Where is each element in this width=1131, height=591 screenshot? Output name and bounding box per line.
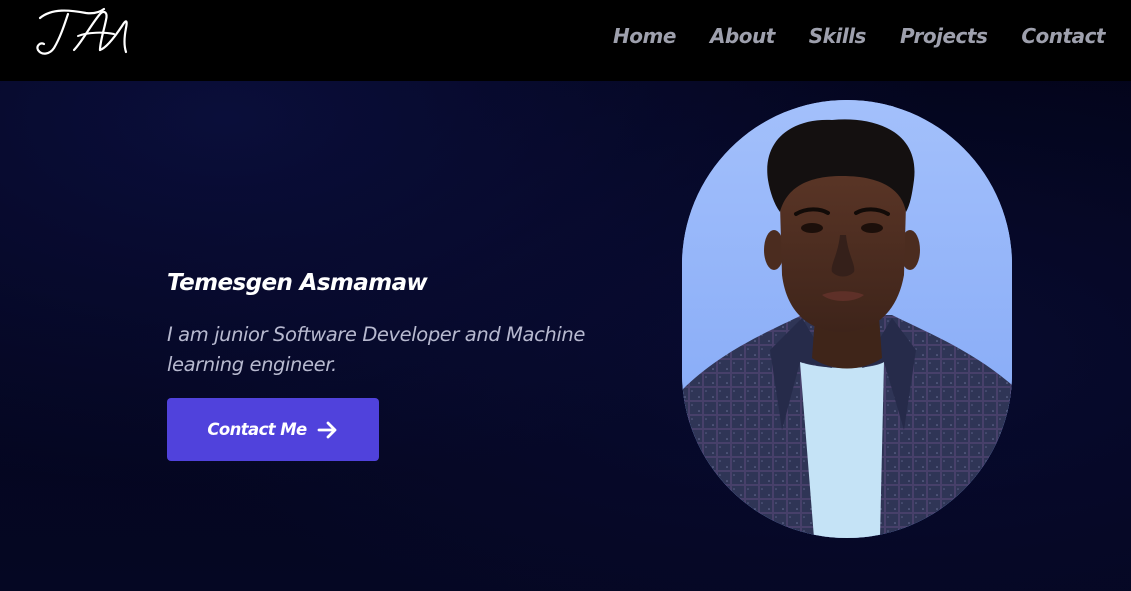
nav-about-link[interactable]: About <box>710 24 775 48</box>
arrow-right-icon <box>317 421 337 438</box>
navbar: Home About Skills Projects Contact <box>0 0 1131 81</box>
logo-signature-icon <box>36 7 128 55</box>
hero-tagline: I am junior Software Developer and Machi… <box>167 323 585 376</box>
hero-name: Temesgen Asmamaw <box>167 270 428 296</box>
nav-skills-link[interactable]: Skills <box>809 24 867 48</box>
nav-projects-link[interactable]: Projects <box>900 24 988 48</box>
logo[interactable] <box>34 4 130 60</box>
page: Home About Skills Projects Contact Temes… <box>0 0 1131 591</box>
profile-photo <box>682 100 1012 538</box>
contact-me-label: Contact Me <box>207 420 307 439</box>
contact-me-button[interactable]: Contact Me <box>167 398 379 461</box>
main-nav: Home About Skills Projects Contact <box>613 24 1105 48</box>
nav-contact-link[interactable]: Contact <box>1021 24 1105 48</box>
profile-portrait-illustration <box>682 100 1012 538</box>
nav-home-link[interactable]: Home <box>613 24 676 48</box>
